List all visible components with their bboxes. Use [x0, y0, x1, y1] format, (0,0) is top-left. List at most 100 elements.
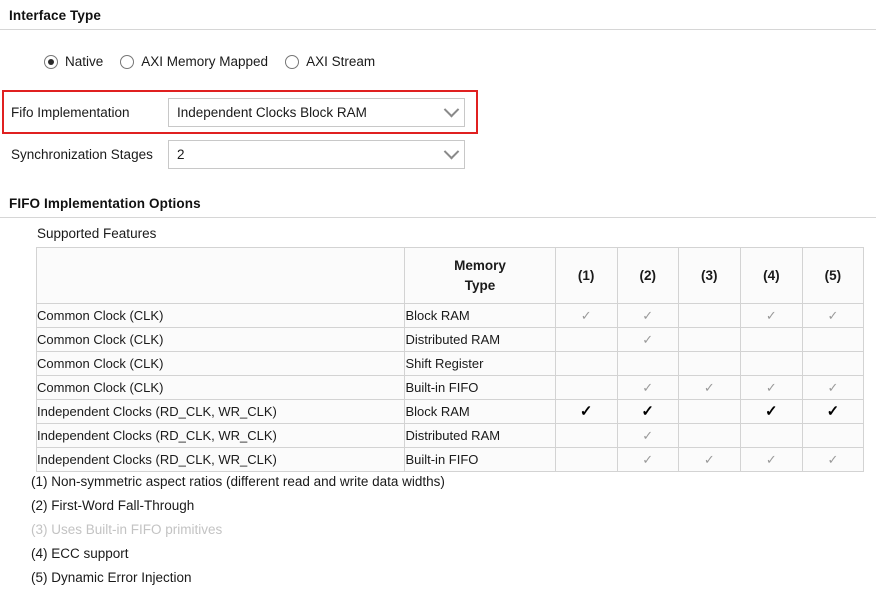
cell-feature-2: ✓: [616, 303, 679, 328]
footnote-1: (1) Non-symmetric aspect ratios (differe…: [31, 474, 445, 489]
cell-feature-4: ✓: [739, 303, 803, 328]
column-header-2: (2): [616, 247, 679, 304]
cell-feature-1: ✓: [554, 423, 618, 448]
check-icon: ✓: [827, 308, 839, 323]
check-icon: ✓: [765, 380, 777, 395]
field-row-fifo-implementation: Fifo Implementation Independent Clocks B…: [11, 98, 465, 127]
check-icon: ✓: [580, 308, 592, 323]
supported-features-table: Memory Type (1) (2) (3) (4) (5) Common C…: [35, 247, 865, 472]
cell-feature-1: ✓: [554, 399, 618, 424]
interface-type-radio-group[interactable]: Native AXI Memory Mapped AXI Stream: [44, 54, 392, 69]
cell-feature-4: ✓: [739, 327, 803, 352]
cell-feature-2: ✓: [616, 423, 679, 448]
check-icon: ✓: [765, 403, 778, 420]
cell-feature-5: ✓: [801, 399, 865, 424]
check-icon: ✓: [579, 403, 593, 420]
radio-option-axi-stream[interactable]: AXI Stream: [285, 54, 375, 69]
dropdown-value-fifo-implementation: Independent Clocks Block RAM: [177, 105, 367, 120]
cell-feature-4: ✓: [739, 351, 803, 376]
column-header-memory-type-line1: Memory: [454, 257, 506, 273]
cell-feature-5: ✓: [801, 351, 865, 376]
cell-clock-domain: Independent Clocks (RD_CLK, WR_CLK): [35, 423, 406, 448]
cell-clock-domain: Independent Clocks (RD_CLK, WR_CLK): [35, 399, 406, 424]
section-divider-interface-type: [0, 29, 876, 30]
dropdown-fifo-implementation[interactable]: Independent Clocks Block RAM: [168, 98, 465, 127]
section-heading-fifo-implementation-options: FIFO Implementation Options: [9, 196, 201, 211]
check-icon: ✓: [826, 403, 840, 420]
cell-clock-domain: Independent Clocks (RD_CLK, WR_CLK): [35, 447, 406, 472]
cell-memory-type: Block RAM: [404, 399, 556, 424]
footnote-4: (4) ECC support: [31, 546, 129, 561]
cell-clock-domain: Common Clock (CLK): [35, 303, 406, 328]
footnote-2: (2) First-Word Fall-Through: [31, 498, 195, 513]
section-heading-interface-type: Interface Type: [9, 8, 101, 23]
cell-feature-3: ✓: [677, 375, 741, 400]
cell-memory-type: Distributed RAM: [404, 423, 556, 448]
cell-feature-3: ✓: [677, 303, 741, 328]
table-row: Common Clock (CLK)Distributed RAM✓✓✓✓✓: [35, 327, 865, 352]
check-icon: ✓: [642, 332, 654, 347]
column-header-3: (3): [677, 247, 741, 304]
cell-feature-2: ✓: [616, 327, 679, 352]
check-icon: ✓: [703, 380, 715, 395]
cell-feature-1: ✓: [554, 327, 618, 352]
radio-label-axi-stream: AXI Stream: [306, 54, 376, 69]
check-icon: ✓: [703, 452, 715, 467]
cell-feature-4: ✓: [739, 447, 803, 472]
column-header-memory-type-line2: Type: [464, 277, 496, 293]
check-icon: ✓: [641, 403, 654, 420]
cell-feature-1: ✓: [554, 351, 618, 376]
cell-feature-1: ✓: [554, 375, 618, 400]
chevron-down-icon[interactable]: [438, 141, 464, 168]
cell-feature-1: ✓: [554, 447, 618, 472]
radio-label-native: Native: [65, 54, 104, 69]
cell-clock-domain: Common Clock (CLK): [35, 351, 406, 376]
radio-option-axi-memory-mapped[interactable]: AXI Memory Mapped: [120, 54, 268, 69]
column-header-memory-type: Memory Type: [404, 247, 556, 304]
cell-feature-1: ✓: [554, 303, 618, 328]
check-icon: ✓: [642, 308, 654, 323]
radio-option-native[interactable]: Native: [44, 54, 103, 69]
column-header-1: (1): [554, 247, 618, 304]
cell-clock-domain: Common Clock (CLK): [35, 375, 406, 400]
cell-feature-3: ✓: [677, 423, 741, 448]
cell-memory-type: Shift Register: [404, 351, 556, 376]
cell-feature-3: ✓: [677, 399, 741, 424]
label-synchronization-stages: Synchronization Stages: [11, 147, 153, 162]
dropdown-value-synchronization-stages: 2: [177, 147, 185, 162]
cell-memory-type: Block RAM: [404, 303, 556, 328]
footnote-3: (3) Uses Built-in FIFO primitives: [31, 522, 223, 537]
table-header-row: Memory Type (1) (2) (3) (4) (5): [35, 247, 865, 304]
column-header-4: (4): [739, 247, 803, 304]
radio-icon-native: [44, 54, 58, 69]
table-row: Common Clock (CLK)Built-in FIFO✓✓✓✓✓: [35, 375, 865, 400]
dropdown-synchronization-stages[interactable]: 2: [168, 140, 465, 169]
section-divider-fifo-implementation-options: [0, 217, 876, 218]
check-icon: ✓: [642, 380, 654, 395]
cell-feature-5: ✓: [801, 423, 865, 448]
table-row: Independent Clocks (RD_CLK, WR_CLK) Distr…: [35, 423, 865, 448]
chevron-down-icon[interactable]: [438, 99, 464, 126]
table-row: Common Clock (CLK)Block RAM ✓ ✓ ✓ ✓ ✓: [35, 303, 865, 328]
cell-memory-type: Distributed RAM: [404, 327, 556, 352]
cell-feature-3: ✓: [677, 351, 741, 376]
cell-memory-type: Built-in FIFO: [404, 375, 556, 400]
cell-feature-4: ✓: [739, 423, 803, 448]
cell-memory-type: Built-in FIFO: [404, 447, 556, 472]
radio-icon-axi-stream: [285, 54, 300, 69]
table-row: Independent Clocks (RD_CLK, WR_CLK) Built…: [35, 447, 865, 472]
footnote-list: (1) Non-symmetric aspect ratios (differe…: [31, 470, 851, 590]
cell-feature-5: ✓: [801, 447, 865, 472]
label-supported-features: Supported Features: [37, 226, 157, 241]
label-fifo-implementation: Fifo Implementation: [11, 105, 130, 120]
check-icon: ✓: [765, 452, 777, 467]
field-row-synchronization-stages: Synchronization Stages 2: [11, 140, 465, 169]
cell-feature-5: ✓: [801, 303, 865, 328]
cell-feature-2: ✓: [616, 399, 679, 424]
column-header-5: (5): [801, 247, 865, 304]
cell-feature-5: ✓: [801, 327, 865, 352]
cell-feature-4: ✓: [739, 399, 803, 424]
cell-feature-4: ✓: [739, 375, 803, 400]
check-icon: ✓: [827, 380, 839, 395]
cell-clock-domain: Common Clock (CLK): [35, 327, 406, 352]
